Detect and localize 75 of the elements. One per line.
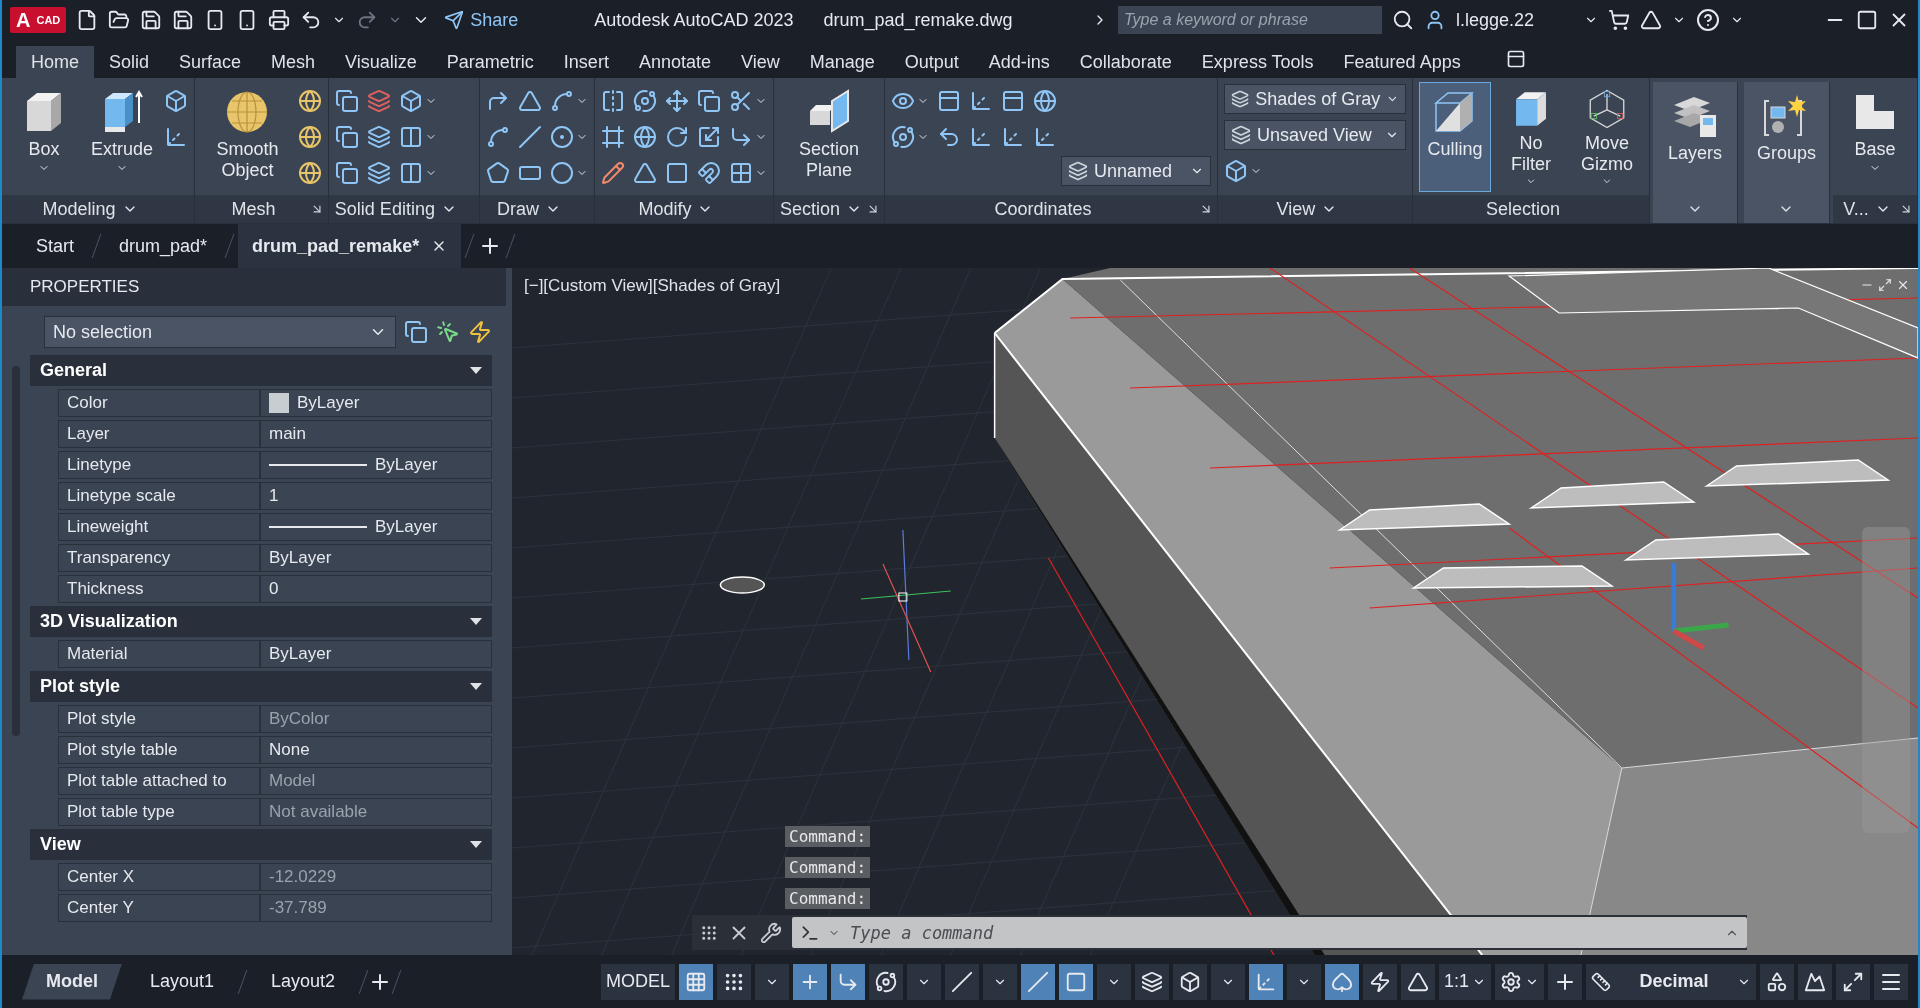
ribbon-button[interactable]: Move Gizmo — [1570, 82, 1643, 192]
ribbon-tab[interactable]: Collaborate — [1064, 46, 1187, 78]
property-name: Plot style table — [58, 736, 260, 764]
model-space-button[interactable]: MODEL — [600, 963, 675, 1000]
property-value[interactable]: ByLayer — [260, 451, 492, 479]
ribbon-button[interactable]: Box — [8, 82, 80, 192]
property-value[interactable]: 1 — [260, 482, 492, 510]
ribbon-tab[interactable]: Surface — [164, 46, 257, 78]
ribbon-button[interactable]: Extrude — [84, 82, 161, 192]
section-header[interactable]: 3D Visualization — [30, 606, 492, 637]
app-logo[interactable]: A CAD — [10, 7, 67, 33]
property-name: Center X — [58, 863, 260, 891]
property-name: Linetype — [58, 451, 260, 479]
property-value[interactable]: ByLayer — [260, 513, 492, 541]
ribbon-tab[interactable]: Insert — [548, 46, 624, 78]
command-input-field[interactable]: Type a command — [848, 921, 1717, 944]
property-name: Plot table type — [58, 798, 260, 826]
property-value[interactable]: ByLayer — [260, 389, 492, 417]
ribbon-tab[interactable]: Add-ins — [973, 46, 1065, 78]
ribbon-tab[interactable]: Express Tools — [1186, 46, 1329, 78]
ribbon-button[interactable]: Section Plane — [779, 82, 878, 192]
ribbon-tab[interactable]: Mesh — [256, 46, 331, 78]
view-dropdown[interactable]: Shades of Gray — [1223, 84, 1406, 114]
document-tab[interactable]: Start — [22, 224, 88, 268]
layout-tab[interactable]: Layout2 — [247, 963, 360, 1000]
property-name: Material — [58, 640, 260, 668]
document-tab[interactable]: drum_pad_remake* — [238, 224, 462, 268]
user-name[interactable]: l.legge.22 — [1456, 9, 1574, 31]
share-button[interactable]: Share — [440, 9, 523, 31]
section-header[interactable]: General — [30, 355, 492, 386]
property-value[interactable]: None — [260, 736, 492, 764]
property-name: Layer — [58, 420, 260, 448]
property-name: Plot table attached to — [58, 767, 260, 795]
layout-tab[interactable]: Model — [22, 963, 122, 1000]
property-name: Transparency — [58, 544, 260, 572]
ribbon-tab[interactable]: Annotate — [623, 46, 726, 78]
ribbon-button[interactable]: No Filter — [1494, 82, 1567, 192]
ribbon-button[interactable]: Base — [1839, 82, 1911, 192]
ribbon-button[interactable]: Culling — [1418, 82, 1491, 192]
section-header[interactable]: Plot style — [30, 671, 492, 702]
ribbon-tab[interactable]: Manage — [794, 46, 890, 78]
property-name: Thickness — [58, 575, 260, 603]
selection-dropdown[interactable]: No selection — [44, 316, 396, 348]
panel-title: PROPERTIES — [2, 268, 506, 306]
ribbon-tab[interactable]: Visualize — [330, 46, 432, 78]
search-field[interactable]: Type a keyword or phrase — [1118, 6, 1382, 34]
file-name: drum_pad_remake.dwg — [823, 9, 1013, 31]
ribbon-button[interactable]: Groups — [1749, 86, 1823, 196]
ribbon-button[interactable]: Smooth Object — [201, 82, 294, 192]
ribbon-tab[interactable]: View — [725, 46, 795, 78]
property-name: Color — [58, 389, 260, 417]
panel-title[interactable]: View — [1276, 198, 1316, 220]
property-name: Center Y — [58, 894, 260, 922]
ribbon-tab[interactable]: Parametric — [431, 46, 549, 78]
property-value[interactable]: 0 — [260, 575, 492, 603]
property-value[interactable]: ByLayer — [260, 640, 492, 668]
ribbon-tab[interactable]: Solid — [94, 46, 165, 78]
units-dropdown[interactable]: Decimal — [1586, 963, 1756, 1000]
ribbon-tab[interactable]: Featured Apps — [1328, 46, 1476, 78]
ribbon-tab[interactable]: Home — [16, 46, 94, 78]
ribbon-button[interactable]: Layers — [1658, 86, 1731, 196]
view-dropdown[interactable]: Unnamed — [1060, 156, 1211, 186]
ribbon-tab[interactable]: Output — [889, 46, 974, 78]
app-title: Autodesk AutoCAD 2023 — [594, 9, 794, 31]
annotation-scale-button[interactable]: 1:1 — [1438, 963, 1491, 1000]
view-dropdown[interactable]: Unsaved View — [1223, 120, 1406, 150]
property-name: Lineweight — [58, 513, 260, 541]
property-name: Plot style — [58, 705, 260, 733]
property-value[interactable]: main — [260, 420, 492, 448]
section-header[interactable]: View — [30, 829, 492, 860]
property-value[interactable]: ByLayer — [260, 544, 492, 572]
viewport-label[interactable]: [−][Custom View][Shades of Gray] — [524, 276, 781, 296]
document-tab[interactable]: drum_pad* — [105, 224, 222, 268]
property-name: Linetype scale — [58, 482, 260, 510]
layout-tab[interactable]: Layout1 — [126, 963, 239, 1000]
